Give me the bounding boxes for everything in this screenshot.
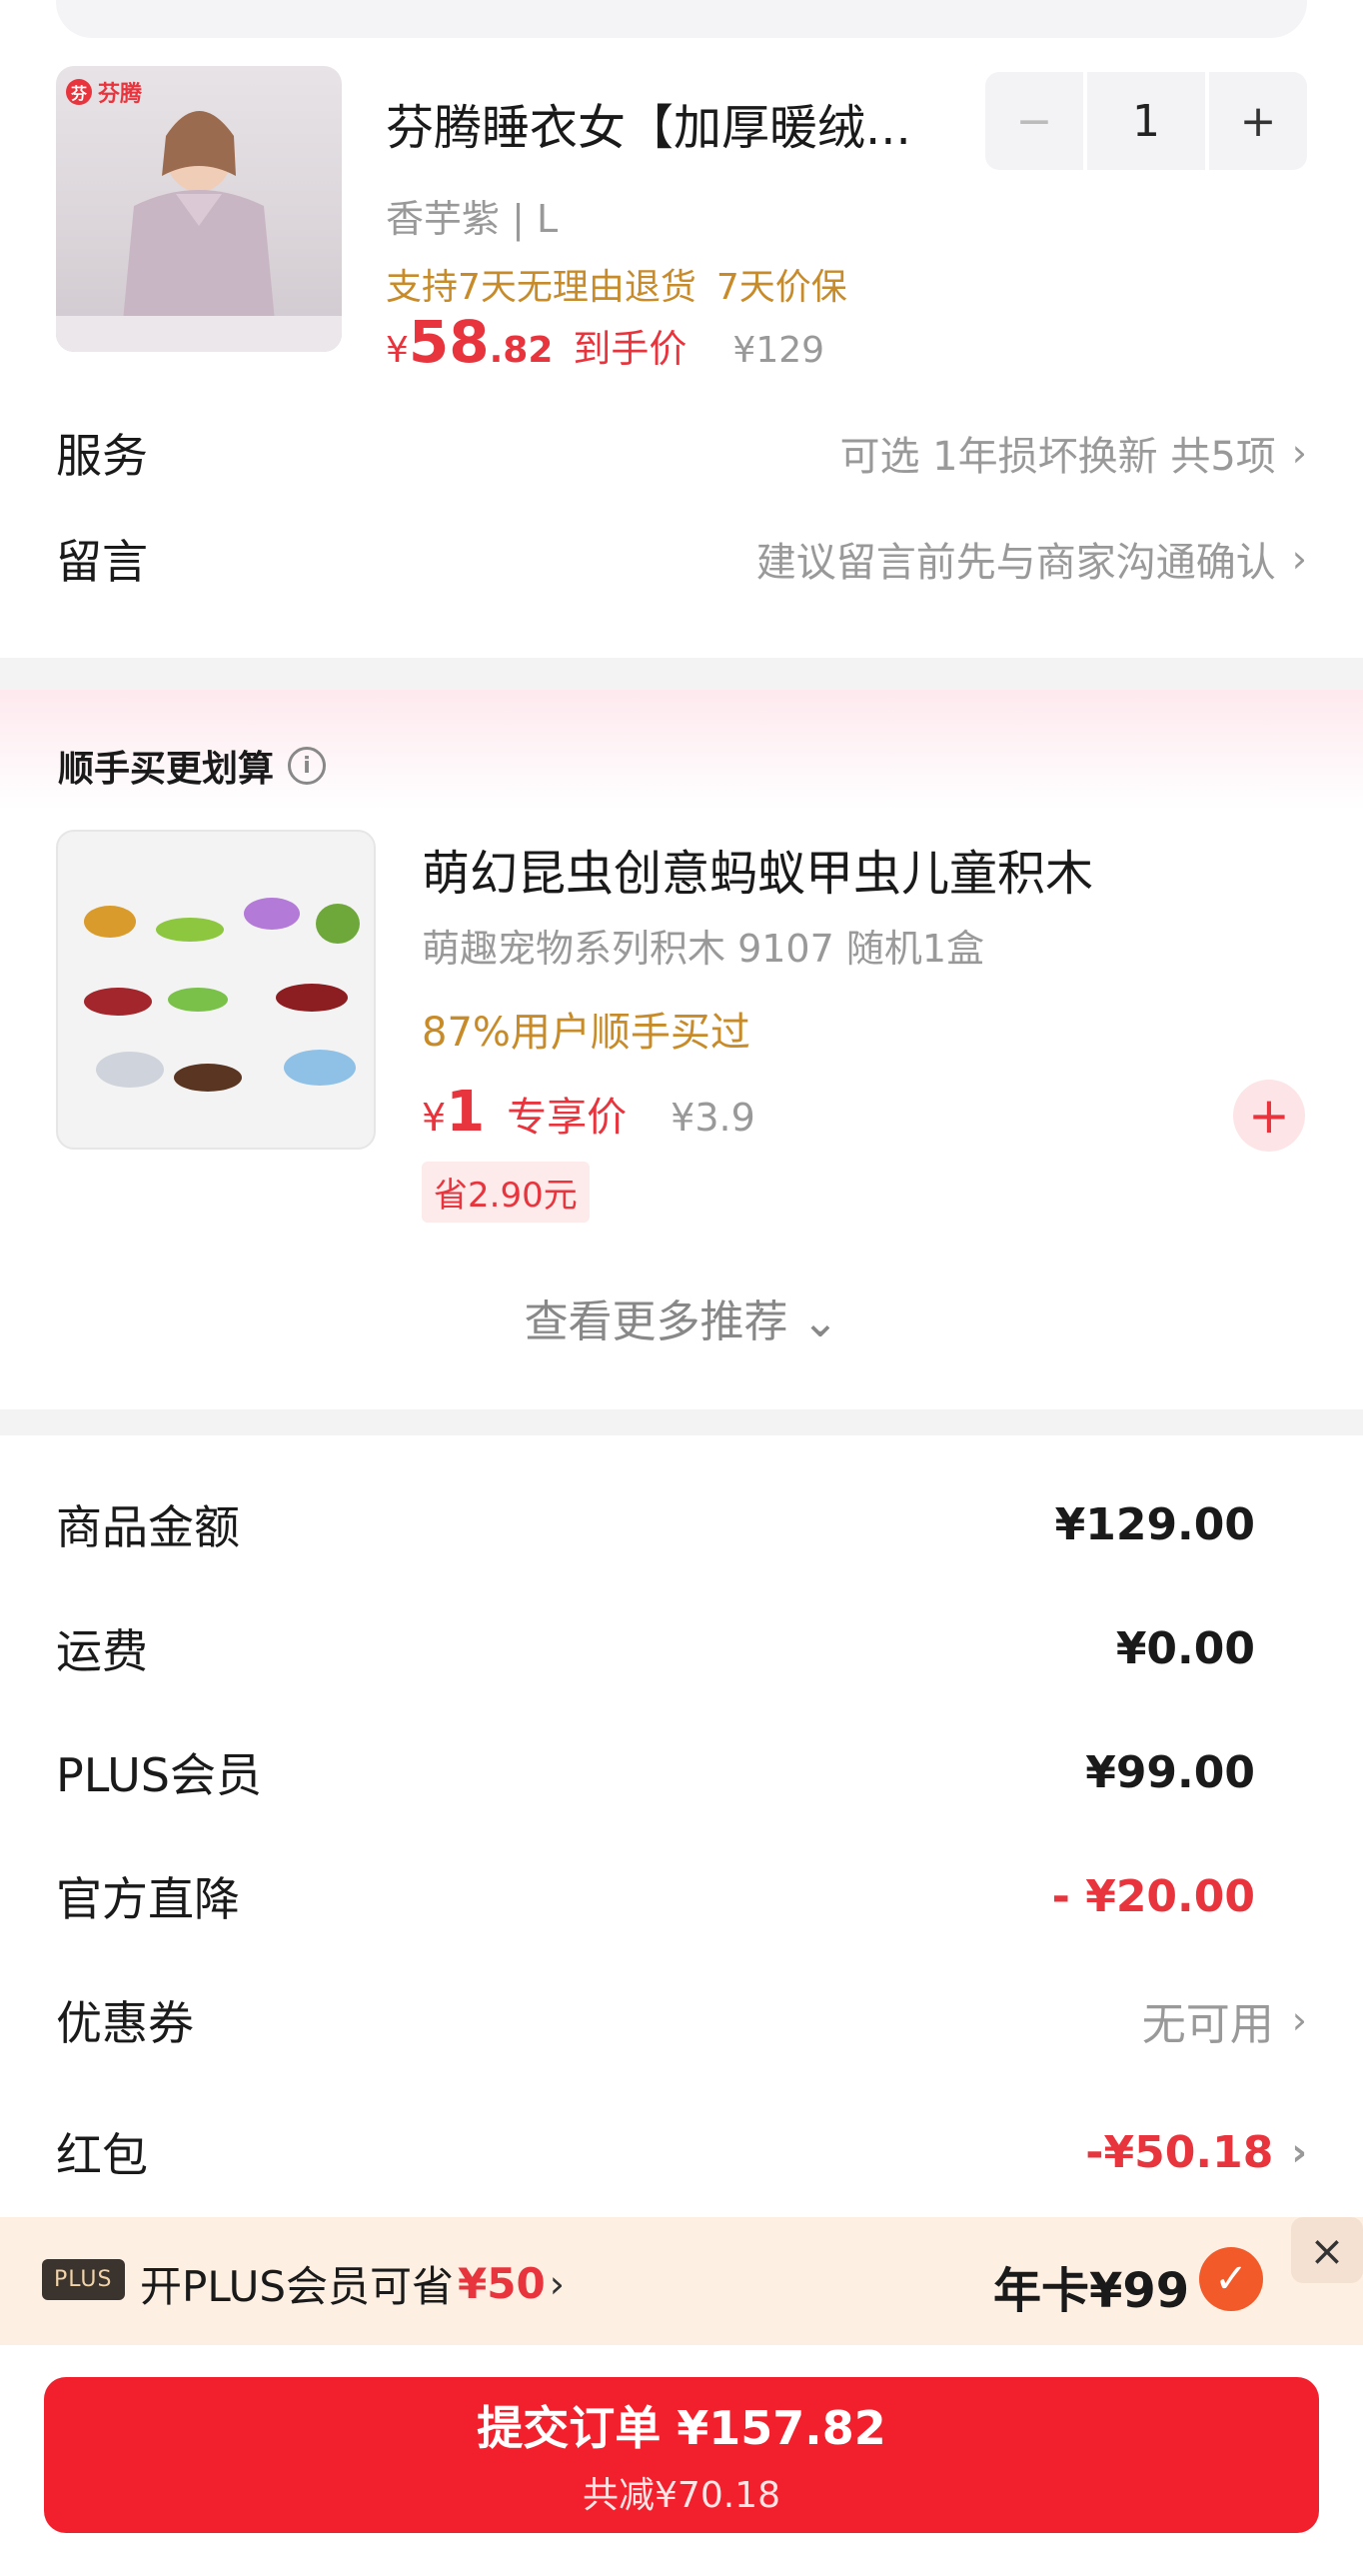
summary-goods-row: 商品金额 ¥129.00 (56, 1491, 1255, 1557)
plus-promo-text[interactable]: 开PLUS会员可省 ¥50 › (140, 2253, 565, 2314)
recommend-original-price: ¥3.9 (671, 1096, 755, 1140)
return-policy: 支持7天无理由退货 (386, 267, 696, 308)
message-placeholder: 建议留言前先与商家沟通确认 (755, 540, 1276, 586)
price-tag: 到手价 (573, 327, 687, 371)
quantity-value[interactable]: 1 (1087, 72, 1205, 170)
coupon-value: 无可用 (1141, 1999, 1274, 2050)
chevron-right-icon: › (1291, 2130, 1307, 2174)
summary-shipping-row: 运费 ¥0.00 (56, 1615, 1255, 1681)
redpacket-label: 红包 (56, 2128, 148, 2182)
service-value-group: 可选 1年损坏换新 共5项 › (839, 424, 1307, 482)
recommend-save-badge: 省2.90元 (422, 1162, 590, 1223)
previous-card-tail (56, 0, 1307, 38)
service-value: 可选 1年损坏换新 共5项 (839, 434, 1276, 480)
check-icon[interactable]: ✓ (1199, 2247, 1263, 2311)
recommend-item-subtitle: 萌趣宠物系列积木 9107 随机1盒 (422, 927, 985, 971)
plus-year-card: 年卡¥99 (993, 2263, 1190, 2319)
coupon-label: 优惠券 (56, 1996, 194, 2050)
price-integer: 58 (408, 308, 490, 376)
price-protection: 7天价保 (715, 267, 847, 308)
add-to-order-button[interactable]: + (1233, 1080, 1305, 1152)
recommend-title: 顺手买更划算 (58, 749, 275, 790)
info-icon[interactable]: i (288, 747, 327, 785)
recommend-price-value: 1 (446, 1080, 486, 1145)
product-title[interactable]: 芬腾睡衣女【加厚暖绒... (386, 88, 955, 158)
chevron-right-icon: › (1291, 1998, 1307, 2042)
increase-button[interactable]: + (1209, 72, 1307, 170)
total-saved-label: 共减¥70.18 (583, 2475, 780, 2516)
shipping-label: 运费 (56, 1624, 148, 1678)
price-currency: ¥ (386, 330, 409, 371)
plus-promo-prefix: 开PLUS会员可省 (140, 2262, 455, 2311)
official-discount-label: 官方直降 (56, 1872, 240, 1926)
redpacket-value-group: -¥50.18 › (1085, 2127, 1307, 2178)
plus-member-value: ¥99.00 (1085, 1746, 1255, 1798)
redpacket-value: -¥50.18 (1085, 2126, 1274, 2178)
summary-plus-row: PLUS会员 ¥99.00 (56, 1739, 1255, 1805)
product-image[interactable]: 芬 芬腾 (56, 66, 342, 352)
plus-badge: PLUS (42, 2259, 125, 2300)
service-row[interactable]: 服务 可选 1年损坏换新 共5项 › (56, 420, 1307, 486)
plus-member-label: PLUS会员 (56, 1748, 262, 1802)
recommend-item-title[interactable]: 萌幻昆虫创意蚂蚁甲虫儿童积木 (422, 834, 1093, 904)
recommend-item-bought: 87%用户顺手买过 (422, 1010, 750, 1056)
decrease-button[interactable]: − (985, 72, 1083, 170)
submit-order-label: 提交订单 ¥157.82 (477, 2401, 886, 2455)
pajama-illustration (56, 111, 342, 352)
goods-amount-value: ¥129.00 (1054, 1498, 1255, 1550)
coupon-value-group: 无可用 › (1142, 1988, 1307, 2052)
goods-amount-label: 商品金额 (56, 1500, 240, 1554)
message-label: 留言 (56, 535, 148, 589)
submit-order-button[interactable]: 提交订单 ¥157.82 共减¥70.18 (44, 2377, 1319, 2533)
price-decimal: .82 (489, 330, 554, 371)
service-label: 服务 (56, 429, 148, 483)
close-icon[interactable]: × (1291, 2217, 1363, 2283)
plus-member-banner[interactable]: PLUS 开PLUS会员可省 ¥50 › 年卡¥99 ✓ (0, 2217, 1363, 2345)
product-perks: 支持7天无理由退货 7天价保 (386, 258, 847, 310)
summary-discount-row: 官方直降 - ¥20.00 (56, 1863, 1255, 1929)
product-spec[interactable]: 香芋紫 | L (386, 188, 558, 243)
see-more-recommendations[interactable]: 查看更多推荐 ⌄ (0, 1286, 1363, 1349)
shipping-value: ¥0.00 (1115, 1622, 1255, 1674)
plus-icon: + (1248, 1087, 1290, 1145)
chevron-right-icon: › (1291, 431, 1307, 475)
plus-promo-amount: ¥50 (458, 2259, 546, 2308)
insect-toys-illustration (84, 898, 360, 1092)
message-value-group: 建议留言前先与商家沟通确认 › (756, 530, 1307, 588)
section-divider (0, 1409, 1363, 1435)
recommend-header: 顺手买更划算 i (58, 740, 327, 792)
official-discount-value: - ¥20.00 (1051, 1870, 1255, 1922)
message-row[interactable]: 留言 建议留言前先与商家沟通确认 › (56, 526, 1307, 592)
product-price: ¥ 58 .82 到手价 ¥129 (386, 308, 824, 376)
recommend-item-image[interactable] (56, 830, 376, 1150)
summary-redpacket-row[interactable]: 红包 -¥50.18 › (56, 2119, 1307, 2185)
recommend-price-tag: 专享价 (507, 1095, 628, 1141)
chevron-right-icon: › (549, 2261, 565, 2306)
recommend-item-price: ¥ 1 专享价 ¥3.9 (422, 1080, 755, 1145)
section-divider (0, 658, 1363, 690)
quantity-stepper[interactable]: − 1 + (985, 72, 1307, 170)
recommend-price-currency: ¥ (422, 1096, 447, 1140)
chevron-right-icon: › (1291, 537, 1307, 581)
summary-coupon-row[interactable]: 优惠券 无可用 › (56, 1987, 1307, 2053)
original-price: ¥129 (732, 330, 825, 371)
